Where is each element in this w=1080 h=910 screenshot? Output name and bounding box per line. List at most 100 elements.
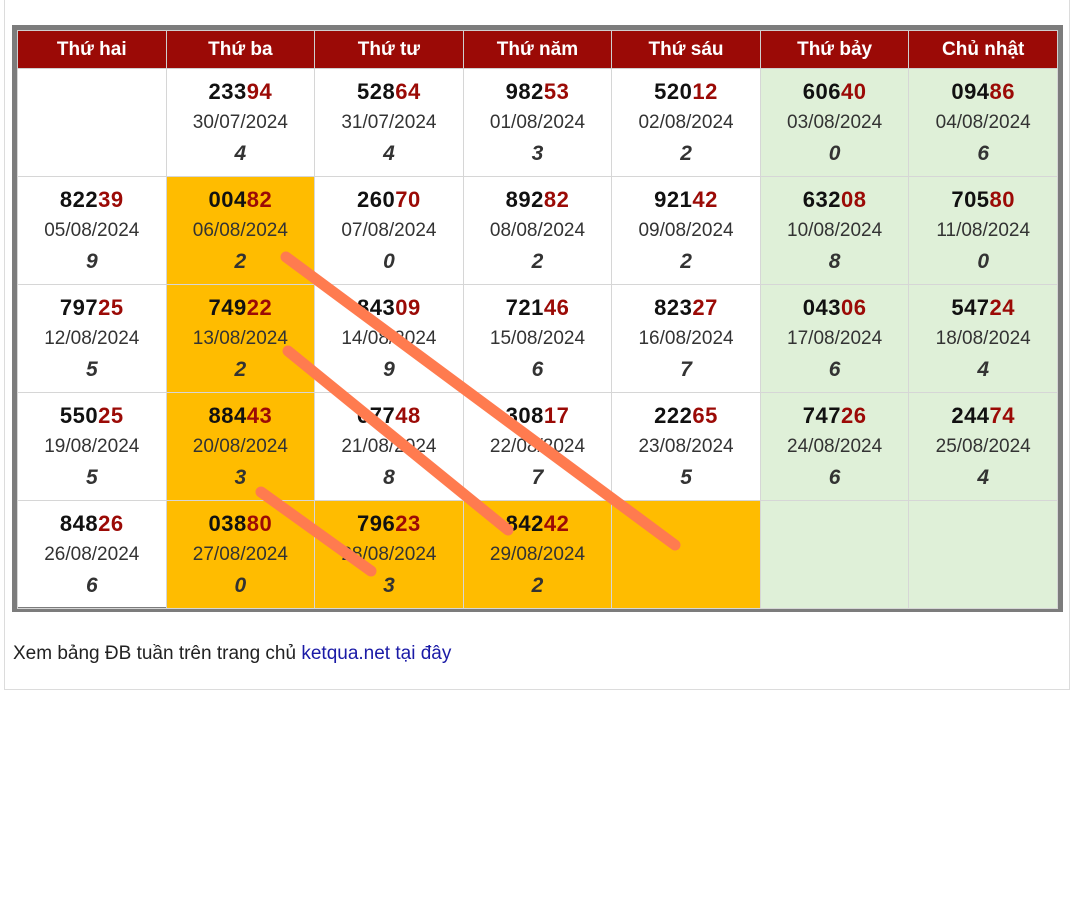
day-cell: 79725 12/08/2024 5 bbox=[17, 284, 167, 393]
prize-number-head: 004 bbox=[208, 186, 247, 212]
draw-date: 31/07/2024 bbox=[341, 111, 437, 133]
digit-sum: 6 bbox=[828, 465, 841, 489]
day-cell: 23394 30/07/2024 4 bbox=[165, 68, 316, 177]
prize-number: 82327 bbox=[612, 293, 760, 323]
draw-date: 24/08/2024 bbox=[787, 435, 883, 457]
day-cell: 26070 07/08/2024 0 bbox=[314, 176, 464, 285]
draw-date: 04/08/2024 bbox=[935, 111, 1031, 133]
prize-number-head: 721 bbox=[505, 294, 544, 320]
digit-sum: 5 bbox=[680, 465, 692, 489]
digit-sum: 8 bbox=[383, 465, 395, 489]
draw-date: 08/08/2024 bbox=[489, 219, 586, 241]
digit-sum: 4 bbox=[234, 141, 247, 165]
header-thursday: Thứ năm bbox=[462, 30, 613, 69]
prize-number-head: 260 bbox=[357, 186, 396, 212]
prize-number: 04306 bbox=[761, 293, 909, 323]
prize-number-tail: 46 bbox=[543, 294, 570, 320]
header-friday: Thứ sáu bbox=[611, 30, 761, 69]
draw-date: 22/08/2024 bbox=[489, 435, 586, 457]
day-cell: 89282 08/08/2024 2 bbox=[462, 176, 613, 285]
digit-sum: 0 bbox=[977, 249, 990, 273]
prize-number-head: 796 bbox=[357, 510, 396, 536]
day-cell: 60640 03/08/2024 0 bbox=[759, 68, 910, 177]
day-cell bbox=[908, 500, 1058, 609]
prize-number: 60640 bbox=[761, 77, 909, 107]
prize-number-tail: 26 bbox=[840, 402, 867, 428]
header-sunday: Chủ nhật bbox=[908, 30, 1058, 69]
day-cell: 79623 28/08/2024 3 bbox=[314, 500, 464, 609]
digit-sum: 4 bbox=[383, 141, 395, 165]
day-cell: 55025 19/08/2024 5 bbox=[17, 392, 167, 501]
digit-sum: 3 bbox=[531, 141, 544, 165]
draw-date: 17/08/2024 bbox=[787, 327, 883, 349]
prize-number: 24474 bbox=[909, 401, 1057, 431]
prize-number-tail: 94 bbox=[246, 78, 273, 104]
prize-number-tail: 23 bbox=[395, 510, 421, 536]
digit-sum: 2 bbox=[531, 573, 544, 597]
prize-number: 52012 bbox=[612, 77, 760, 107]
draw-date: 07/08/2024 bbox=[341, 219, 437, 241]
prize-number-tail: 82 bbox=[543, 186, 570, 212]
day-cell: 09486 04/08/2024 6 bbox=[908, 68, 1058, 177]
digit-sum: 2 bbox=[680, 249, 692, 273]
prize-number-tail: 22 bbox=[246, 294, 273, 320]
digit-sum: 6 bbox=[828, 357, 841, 381]
digit-sum: 6 bbox=[977, 141, 990, 165]
week-row: 82239 05/08/2024 9 00482 06/08/2024 2 26070 07/… bbox=[17, 176, 1058, 285]
digit-sum: 3 bbox=[234, 465, 247, 489]
draw-date: 03/08/2024 bbox=[787, 111, 883, 133]
prize-number-head: 822 bbox=[59, 186, 99, 212]
draw-date: 12/08/2024 bbox=[44, 327, 140, 349]
prize-number-tail: 86 bbox=[989, 78, 1016, 104]
prize-number: 84826 bbox=[18, 509, 166, 539]
prize-number-tail: 08 bbox=[840, 186, 867, 212]
prize-number-head: 043 bbox=[802, 294, 841, 320]
digit-sum: 2 bbox=[680, 141, 692, 165]
prize-number-head: 308 bbox=[505, 402, 544, 428]
day-cell: 30817 22/08/2024 7 bbox=[462, 392, 613, 501]
ketqua-home-link[interactable]: ketqua.net tại đây bbox=[301, 643, 451, 664]
draw-date: 15/08/2024 bbox=[489, 327, 586, 349]
prize-number: 00482 bbox=[167, 185, 315, 215]
day-cell: 84826 26/08/2024 6 bbox=[17, 500, 167, 609]
prize-number: 84242 bbox=[464, 509, 612, 539]
prize-number: 79725 bbox=[18, 293, 166, 323]
day-cell: 00482 06/08/2024 2 bbox=[165, 176, 316, 285]
prize-number-tail: 06 bbox=[840, 294, 867, 320]
prize-number: 79623 bbox=[315, 509, 463, 539]
draw-date: 01/08/2024 bbox=[489, 111, 586, 133]
footer-note: Xem bảng ĐB tuần trên trang chủ ketqua.n… bbox=[13, 643, 451, 665]
digit-sum: 2 bbox=[531, 249, 544, 273]
prize-number: 89282 bbox=[464, 185, 612, 215]
prize-number-tail: 40 bbox=[840, 78, 867, 104]
prize-number: 70580 bbox=[909, 185, 1057, 215]
draw-date: 20/08/2024 bbox=[192, 435, 288, 457]
prize-number: 03880 bbox=[167, 509, 315, 539]
prize-number: 92142 bbox=[612, 185, 760, 215]
day-cell: 84309 14/08/2024 9 bbox=[314, 284, 464, 393]
draw-date: 13/08/2024 bbox=[192, 327, 288, 349]
digit-sum: 5 bbox=[85, 465, 98, 489]
draw-date: 21/08/2024 bbox=[341, 435, 437, 457]
digit-sum: 3 bbox=[383, 573, 395, 597]
draw-date: 27/08/2024 bbox=[192, 543, 288, 565]
digit-sum: 5 bbox=[85, 357, 98, 381]
day-cell: 04306 17/08/2024 6 bbox=[759, 284, 910, 393]
prize-number-head: 749 bbox=[208, 294, 247, 320]
prize-number: 30817 bbox=[464, 401, 612, 431]
prize-number: 63208 bbox=[761, 185, 909, 215]
week-row: 55025 19/08/2024 5 88443 20/08/2024 3 67748 21/… bbox=[17, 392, 1058, 501]
header-monday: Thứ hai bbox=[17, 30, 167, 69]
prize-number: 67748 bbox=[315, 401, 463, 431]
digit-sum: 4 bbox=[977, 465, 990, 489]
draw-date: 26/08/2024 bbox=[44, 543, 140, 565]
header-saturday: Thứ bảy bbox=[759, 30, 910, 69]
prize-number: 84309 bbox=[315, 293, 463, 323]
prize-number-head: 520 bbox=[654, 78, 693, 104]
digit-sum: 7 bbox=[680, 357, 692, 381]
prize-number-tail: 17 bbox=[543, 402, 570, 428]
prize-number-head: 747 bbox=[802, 402, 841, 428]
day-cell: 88443 20/08/2024 3 bbox=[165, 392, 316, 501]
prize-number-tail: 27 bbox=[692, 294, 718, 320]
prize-number: 26070 bbox=[315, 185, 463, 215]
